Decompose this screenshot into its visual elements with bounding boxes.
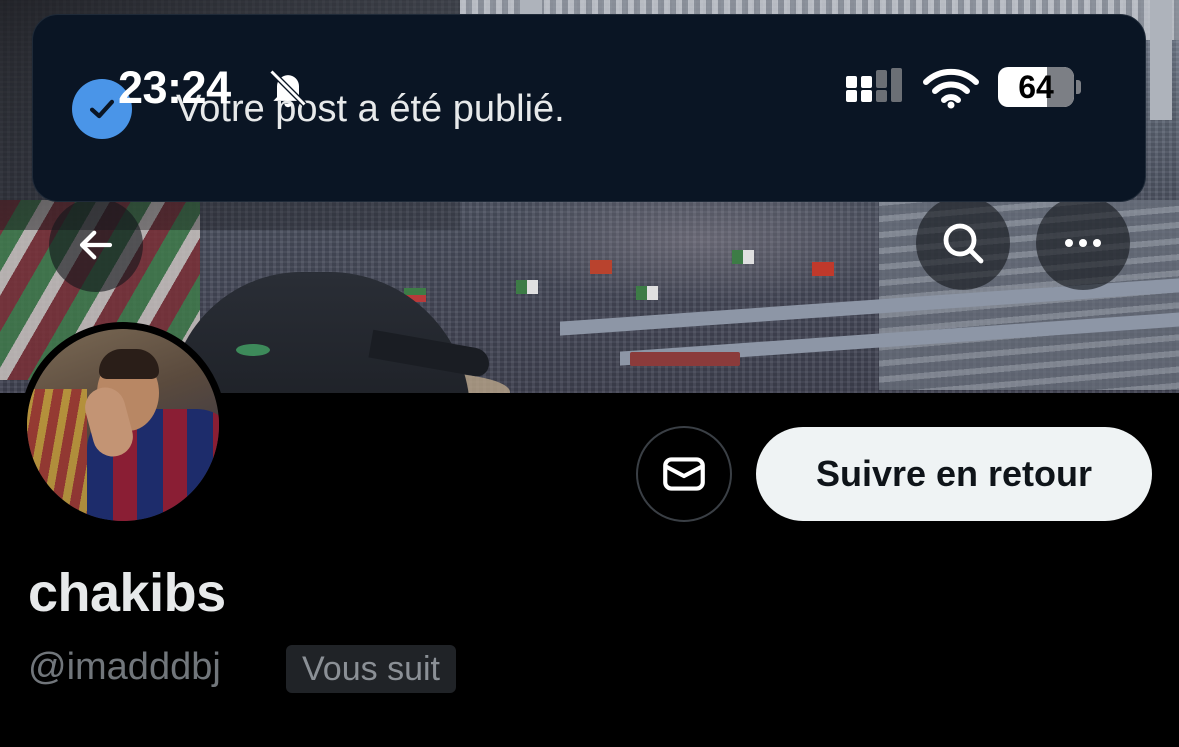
back-button[interactable] bbox=[49, 198, 143, 292]
notification-message: Votre post a été publié. bbox=[176, 88, 565, 130]
avatar-hair bbox=[99, 349, 159, 379]
search-icon bbox=[943, 223, 984, 264]
arrow-left-icon bbox=[79, 230, 113, 260]
status-time: 23:24 bbox=[118, 62, 231, 113]
envelope-icon bbox=[663, 457, 705, 491]
avatar-background bbox=[27, 389, 87, 521]
banner-pillar bbox=[1150, 0, 1172, 120]
banner-flag bbox=[590, 260, 612, 274]
search-button[interactable] bbox=[916, 196, 1010, 290]
wifi-icon bbox=[923, 68, 979, 109]
more-button[interactable] bbox=[1036, 196, 1130, 290]
banner-flag bbox=[516, 280, 538, 294]
banner-cap-logo bbox=[236, 344, 270, 356]
avatar[interactable] bbox=[27, 329, 219, 521]
banner-flag bbox=[732, 250, 754, 264]
message-button[interactable] bbox=[636, 426, 732, 522]
banner-fence bbox=[630, 352, 740, 366]
battery-tip bbox=[1076, 80, 1081, 94]
banner-flag bbox=[636, 286, 658, 300]
user-handle: @imadddbj bbox=[28, 646, 221, 688]
bell-slash-icon bbox=[269, 69, 307, 108]
cellular-signal-icon bbox=[846, 68, 902, 102]
follow-back-button[interactable]: Suivre en retour bbox=[756, 427, 1152, 521]
banner-flag bbox=[812, 262, 834, 276]
battery-level: 64 bbox=[1018, 69, 1054, 105]
battery-icon: 64 bbox=[998, 67, 1074, 107]
display-name: chakibs bbox=[28, 563, 226, 623]
follows-you-badge: Vous suit bbox=[286, 645, 456, 693]
more-horizontal-icon bbox=[1065, 239, 1101, 247]
